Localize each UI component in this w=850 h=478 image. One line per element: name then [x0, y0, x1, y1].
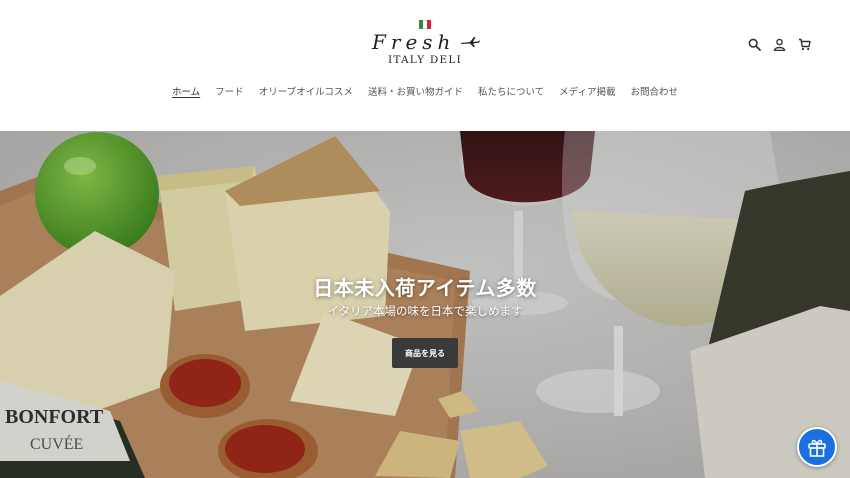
airplane-icon [461, 37, 480, 47]
cart-icon[interactable] [797, 37, 812, 52]
gift-widget-button[interactable] [797, 427, 837, 467]
hero-banner: BONFORT CUVÉE 日本未入荷アイテム多数 イタリア本場の味を日本で楽し… [0, 131, 850, 478]
nav-item-media[interactable]: メディア掲載 [559, 86, 615, 102]
nav-item-contact[interactable]: お問合わせ [631, 86, 679, 102]
search-icon[interactable] [747, 37, 762, 52]
gift-icon [808, 439, 826, 457]
site-logo[interactable]: Fresh ITALY DELI [372, 20, 482, 72]
account-icon[interactable] [772, 37, 787, 52]
nav-item-shipping-guide[interactable]: 送料・お買い物ガイド [368, 86, 463, 102]
main-navigation: ホーム フード オリーブオイルコスメ 送料・お買い物ガイド 私たちについて メデ… [0, 86, 850, 102]
site-header: Fresh ITALY DELI ホーム フード オリーブオイルコスメ 送料・お… [0, 0, 850, 131]
nav-item-home[interactable]: ホーム [172, 86, 200, 102]
nav-item-olive-oil-cosmetics[interactable]: オリーブオイルコスメ [259, 86, 353, 102]
view-products-button[interactable]: 商品を見る [392, 338, 458, 368]
hero-title: 日本未入荷アイテム多数 [313, 276, 537, 300]
header-actions [747, 37, 812, 51]
italian-flag-icon [419, 20, 431, 29]
logo-subtitle: ITALY DELI [388, 54, 462, 66]
hero-subtitle: イタリア本場の味を日本で楽しめます [327, 304, 523, 318]
nav-item-about[interactable]: 私たちについて [478, 86, 544, 102]
nav-item-food[interactable]: フード [215, 86, 244, 102]
